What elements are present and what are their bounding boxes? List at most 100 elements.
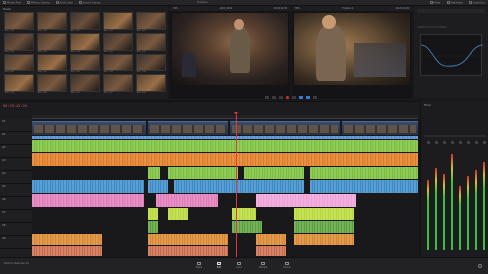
audio-clip-a3[interactable] — [168, 167, 238, 179]
toolbar-item-edit-index[interactable]: Edit Index — [53, 0, 76, 4]
inspector-tab-bar[interactable] — [417, 9, 485, 13]
media-clip-thumbnail[interactable]: A001_C005 — [37, 12, 67, 32]
audio-clip-dialog[interactable] — [32, 136, 418, 139]
media-clip-thumbnail[interactable]: B002_C005 — [70, 74, 100, 94]
track-header-a3[interactable]: A3 — [0, 158, 32, 171]
audio-clip-a8[interactable] — [32, 234, 102, 245]
track-header-a9[interactable]: A9 — [0, 236, 32, 249]
audio-clip-a9[interactable] — [256, 246, 286, 256]
audio-clip-a3[interactable] — [148, 167, 160, 179]
mixer-channel-strip[interactable] — [425, 139, 432, 254]
media-clip-thumbnail[interactable]: B001_C002 — [103, 53, 133, 73]
audio-clip-a6[interactable] — [294, 208, 354, 220]
audio-clip-a3[interactable] — [244, 167, 304, 179]
mixer-channel-strip[interactable] — [465, 139, 472, 254]
video-clip[interactable] — [148, 121, 228, 135]
audio-clip-a6[interactable] — [168, 208, 188, 220]
audio-clip-a9[interactable] — [32, 246, 102, 256]
audio-clip-a8[interactable] — [148, 234, 228, 245]
toolbar-item-metadata[interactable]: Metadata — [444, 0, 466, 4]
skip-forward-icon[interactable] — [292, 95, 296, 99]
page-tab-media[interactable]: Media — [192, 262, 206, 269]
audio-clip-a7[interactable] — [294, 221, 354, 233]
timeline-tracks[interactable] — [32, 119, 418, 257]
audio-clip-a5[interactable] — [256, 194, 356, 207]
timeline-viewer-name[interactable]: Timeline 1 — [342, 7, 353, 10]
page-tab-fairlight[interactable]: Fairlight — [256, 262, 270, 269]
timeline-viewer[interactable]: 38% Timeline 1 00:29:43:20 — [292, 6, 412, 98]
track-header-a2[interactable]: A2 — [0, 145, 32, 158]
page-tab-edit[interactable]: Edit — [212, 262, 226, 269]
record-icon[interactable] — [286, 95, 289, 99]
audio-clip-a8[interactable] — [256, 234, 286, 245]
pan-knob[interactable] — [459, 141, 462, 144]
media-clip-thumbnail[interactable]: A001_C009 — [103, 12, 133, 32]
media-clip-thumbnail[interactable]: B002_C003 — [37, 74, 67, 94]
audio-clip-a4[interactable] — [310, 180, 418, 193]
pan-knob[interactable] — [483, 141, 486, 144]
mixer-channel-strip[interactable] — [433, 139, 440, 254]
source-viewer[interactable]: 39% A002_C004 00:00:12:09 — [170, 6, 290, 98]
media-clip-thumbnail[interactable]: B001_C006 — [4, 74, 34, 94]
media-clip-thumbnail[interactable]: A003_C003 — [136, 32, 166, 53]
pan-knob[interactable] — [467, 141, 470, 144]
video-clip[interactable] — [230, 121, 340, 135]
media-clip-thumbnail[interactable]: B001_C004 — [136, 53, 166, 73]
track-header-a1[interactable]: A1 — [0, 132, 32, 145]
mixer-master-strip[interactable] — [481, 139, 488, 254]
video-clip[interactable] — [32, 121, 146, 135]
audio-clip-a1[interactable] — [32, 140, 418, 152]
media-clip-thumbnail[interactable]: A002_C006 — [37, 32, 67, 53]
toolbar-item-mixer[interactable]: Mixer — [427, 0, 444, 4]
pan-knob[interactable] — [475, 141, 478, 144]
audio-clip-a3[interactable] — [310, 167, 418, 179]
media-clip-thumbnail[interactable]: A002_C001 — [136, 12, 166, 32]
page-tab-color[interactable]: Color — [232, 262, 246, 269]
audio-clip-a8[interactable] — [294, 234, 354, 245]
media-clip-thumbnail[interactable]: B002_C009 — [136, 74, 166, 94]
link-icon[interactable] — [306, 95, 310, 99]
audio-clip-a4[interactable] — [174, 180, 304, 193]
audio-clip-a2[interactable] — [32, 153, 418, 166]
toolbar-item-effects[interactable]: Effects Library — [24, 0, 53, 4]
pan-knob[interactable] — [443, 141, 446, 144]
home-icon[interactable] — [478, 264, 482, 268]
pan-knob[interactable] — [451, 141, 454, 144]
mixer-channel-strip[interactable] — [449, 139, 456, 254]
play-icon[interactable] — [279, 95, 283, 99]
track-header-a6[interactable]: A6 — [0, 197, 32, 210]
media-clip-thumbnail[interactable]: A001_C003 — [4, 12, 34, 32]
track-header-a7[interactable]: A7 — [0, 210, 32, 223]
media-clip-thumbnail[interactable]: A003_C007 — [37, 53, 67, 73]
media-clip-thumbnail[interactable]: A003_C005 — [4, 53, 34, 73]
media-clip-thumbnail[interactable]: A003_C002 — [103, 32, 133, 53]
eq-curve-graph[interactable] — [420, 34, 484, 76]
audio-clip-a4[interactable] — [32, 180, 144, 193]
track-header-a4[interactable]: A4 — [0, 171, 32, 184]
page-tab-deliver[interactable]: Deliver — [280, 262, 294, 269]
media-clip-thumbnail[interactable]: B001_C001 — [70, 53, 100, 73]
inspector-section-header[interactable] — [417, 26, 447, 28]
track-header-a5[interactable]: A5 — [0, 184, 32, 197]
pan-knob[interactable] — [435, 141, 438, 144]
toolbar-item-media-pool[interactable]: Media Pool — [0, 0, 24, 4]
audio-clip-a5[interactable] — [32, 194, 144, 207]
track-header-v1[interactable]: V1 — [0, 119, 32, 132]
mixer-channel-strip[interactable] — [457, 139, 464, 254]
media-clip-thumbnail[interactable]: A002_C004 — [4, 32, 34, 53]
source-zoom[interactable]: 39% — [173, 7, 178, 10]
track-header-a8[interactable]: A8 — [0, 223, 32, 236]
snap-icon[interactable] — [299, 95, 303, 99]
audio-clip-a5[interactable] — [156, 194, 218, 207]
audio-clip-a6[interactable] — [148, 208, 158, 220]
media-clip-thumbnail[interactable]: A002_C008 — [70, 32, 100, 53]
mixer-channel-strip[interactable] — [473, 139, 480, 254]
toolbar-item-sound-library[interactable]: Sound Library — [76, 0, 104, 4]
pan-knob[interactable] — [427, 141, 430, 144]
audio-clip-a9[interactable] — [148, 246, 228, 256]
media-clip-thumbnail[interactable]: A001_C007 — [70, 12, 100, 32]
stop-icon[interactable] — [272, 95, 276, 99]
skip-back-icon[interactable] — [265, 95, 269, 99]
timeline-viewer-zoom[interactable]: 38% — [295, 7, 300, 10]
playhead[interactable] — [236, 115, 237, 257]
